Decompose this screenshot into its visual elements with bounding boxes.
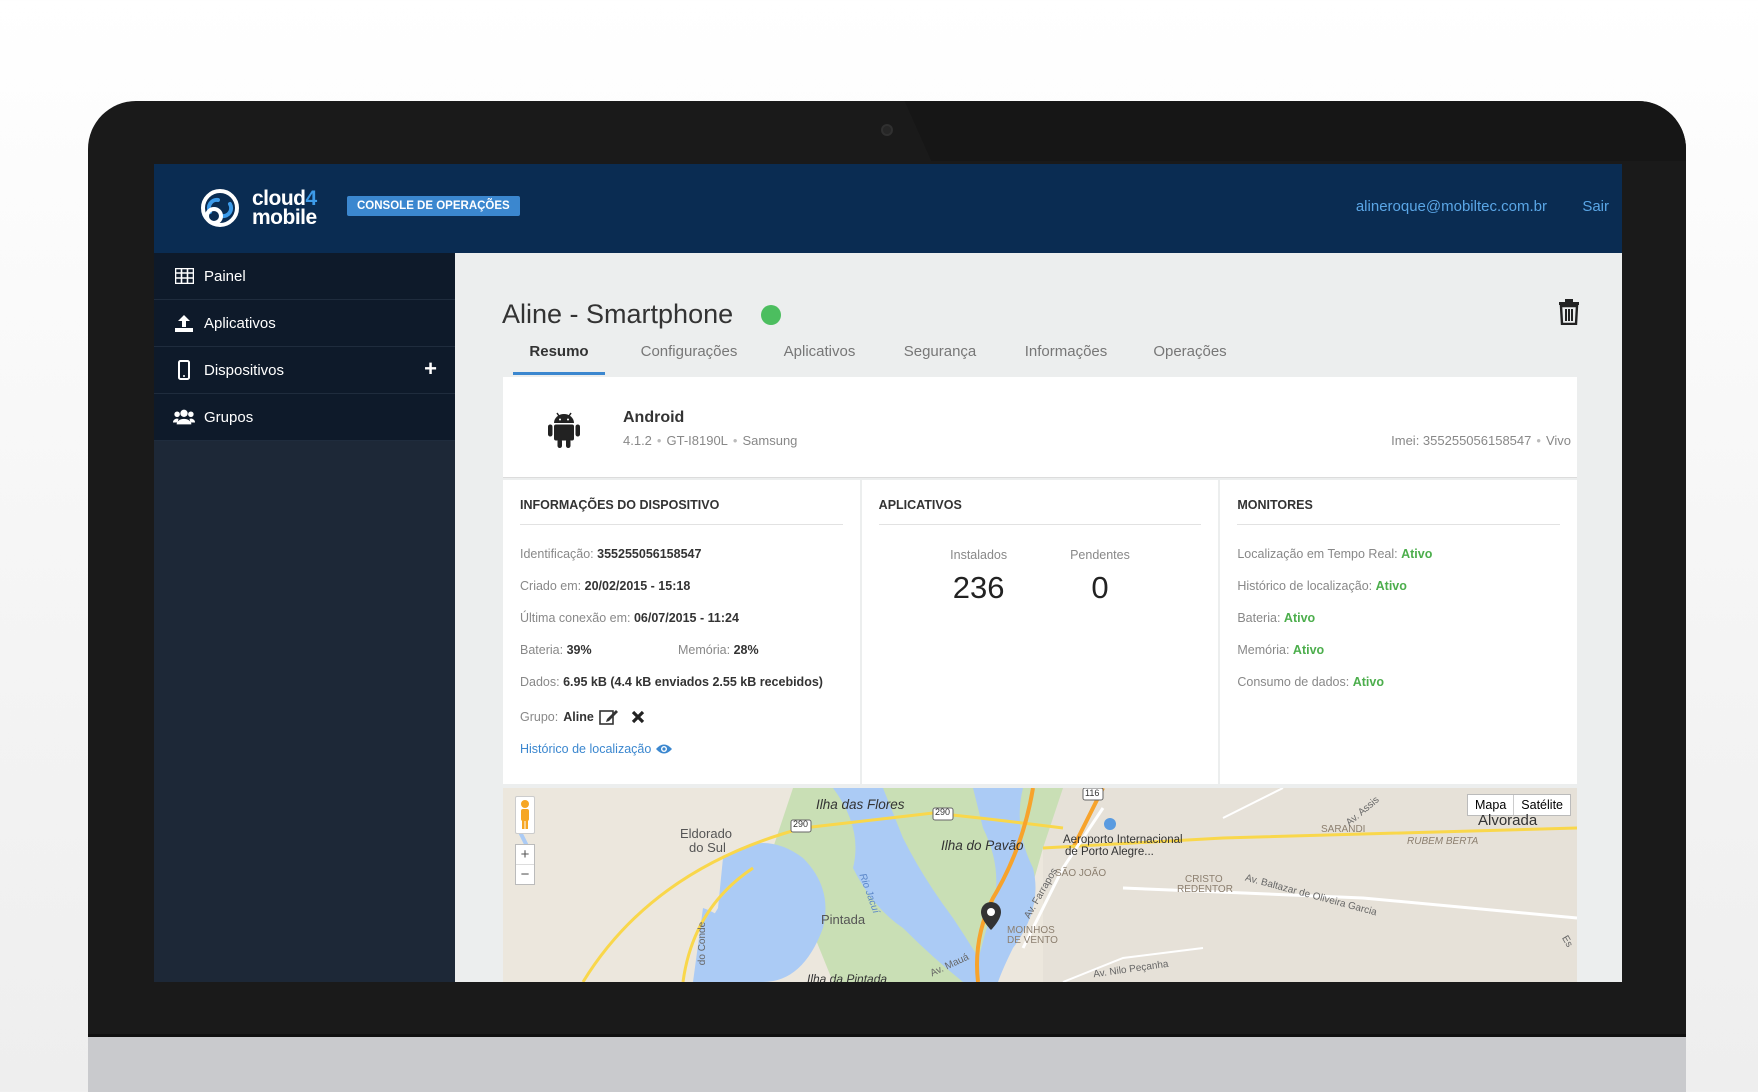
edit-icon[interactable] [598,708,619,726]
panel-title: APLICATIVOS [878,498,1202,525]
map-label: RUBEM BERTA [1407,836,1479,847]
map-label: do Conde [697,921,709,966]
imei-value: Imei: 355255056158547 [1391,433,1532,448]
page-title: Aline - Smartphone [502,299,734,329]
location-map[interactable]: 290 290 116 + − Mapa Satélite Ilha das F… [503,788,1577,982]
map-label: Eldorado [680,826,733,841]
phone-icon [173,360,195,380]
map-label: Ilha da Pintada [807,972,888,982]
battery-memory-row: Bateria: 39% Memória: 28% [520,643,759,657]
created-row: Criado em: 20/02/2015 - 15:18 [520,579,691,593]
brand-name: cloud4 mobile [252,187,317,229]
monitor-memory: Memória: Ativo [1237,643,1325,657]
cloud4mobile-logo-icon [201,189,239,227]
device-manufacturer: Samsung [742,433,798,448]
carrier-value: Vivo [1545,433,1571,448]
panel-title: MONITORES [1237,498,1561,525]
map-label: Ilha das Flores [816,797,905,812]
sidebar-item-label: Dispositivos [204,361,285,379]
sidebar-item-aplicativos[interactable]: Aplicativos [154,300,455,347]
monitor-realtime-location: Localização em Tempo Real: Ativo [1237,547,1433,561]
history-row: Histórico de localização [520,739,843,758]
online-status-indicator [761,305,781,325]
map-label: Ilha do Pavão [941,838,1024,853]
monitor-data-usage: Consumo de dados: Ativo [1237,675,1384,689]
tab-configuracoes[interactable]: Configurações [605,333,773,375]
device-info-panel: INFORMAÇÕES DO DISPOSITIVO Identificação… [503,480,860,784]
map-label: de Porto Alegre... [1065,846,1154,858]
trash-icon[interactable] [1558,299,1580,325]
tab-resumo[interactable]: Resumo [513,333,605,375]
last-connection-row: Última conexão em: 06/07/2015 - 11:24 [520,611,739,625]
upload-icon [173,313,195,333]
monitor-battery: Bateria: Ativo [1237,611,1316,625]
map-label: SARANDI [1321,824,1366,835]
laptop-frame: cloud4 mobile CONSOLE DE OPERAÇÕES aline… [88,101,1686,1092]
panel-title: INFORMAÇÕES DO DISPOSITIVO [520,498,843,525]
info-panels: INFORMAÇÕES DO DISPOSITIVO Identificação… [503,480,1578,784]
location-history-link[interactable]: Histórico de localização [520,742,651,756]
os-version: 4.1.2 [623,433,652,448]
monitor-location-history: Histórico de localização: Ativo [1237,579,1407,593]
sidebar-item-grupos[interactable]: Grupos [154,394,455,441]
top-bar: cloud4 mobile CONSOLE DE OPERAÇÕES aline… [154,164,1622,253]
route-shield-116: 116 [1085,788,1100,798]
street-view-pegman-icon[interactable] [515,796,535,834]
sidebar-item-label: Grupos [204,408,254,426]
remove-group-icon[interactable] [630,709,646,725]
app-screen: cloud4 mobile CONSOLE DE OPERAÇÕES aline… [154,164,1622,982]
map-label: Pintada [821,912,866,927]
os-name: Android [623,409,685,426]
imei-line: Imei: 355255056158547 • Vivo [1391,433,1571,448]
device-tabs: Resumo Configurações Aplicativos Seguran… [513,333,1262,375]
main-content: Aline - Smartphone Resumo Configurações … [455,253,1622,982]
apps-panel: APLICATIVOS Instalados 236 Pendentes 0 [861,480,1219,784]
map-label: Aeroporto Internacional [1063,834,1183,846]
users-icon [173,407,195,427]
data-usage-row: Dados: 6.95 kB (4.4 kB enviados 2.55 kB … [520,675,823,689]
tab-seguranca[interactable]: Segurança [866,333,1014,375]
tab-aplicativos[interactable]: Aplicativos [773,333,866,375]
id-row: Identificação: 355255056158547 [520,547,702,561]
group-row: Grupo: Aline [520,707,843,726]
brand-logo[interactable]: cloud4 mobile [194,182,317,234]
user-email-link[interactable]: alineroque@mobiltec.com.br [1356,198,1547,215]
installed-apps-count[interactable]: Instalados 236 [950,548,1007,606]
table-icon [173,266,195,286]
android-icon [548,412,580,448]
map-label: do Sul [689,840,726,855]
console-badge: CONSOLE DE OPERAÇÕES [347,196,520,216]
map-label: DE VENTO [1007,935,1058,946]
sidebar-item-painel[interactable]: Painel [154,253,455,300]
tab-informacoes[interactable]: Informações [1014,333,1118,375]
pending-apps-count[interactable]: Pendentes 0 [1070,548,1130,606]
eye-icon[interactable] [655,743,673,755]
add-device-button[interactable]: + [424,358,437,380]
laptop-base [88,1037,1686,1092]
map-label: SÃO JOÃO [1055,868,1107,879]
sidebar-item-label: Painel [204,267,246,285]
os-meta: 4.1.2 • GT-I8190L • Samsung [623,433,798,448]
device-summary-card: Android 4.1.2 • GT-I8190L • Samsung Imei: 35… [503,377,1577,478]
zoom-in-button[interactable]: + [516,845,534,865]
tab-operacoes[interactable]: Operações [1118,333,1262,375]
map-zoom-control: + − [515,844,535,885]
map-label: Alvorada [1478,812,1538,829]
camera-icon [881,124,893,136]
device-model: GT-I8190L [666,433,728,448]
logout-link[interactable]: Sair [1582,198,1609,215]
sidebar-item-label: Aplicativos [204,314,276,332]
route-shield-290: 290 [793,819,809,829]
sidebar: Painel Aplicativos Dispositivos + Grupos [154,253,455,982]
sidebar-item-dispositivos[interactable]: Dispositivos + [154,347,455,394]
zoom-out-button[interactable]: − [516,865,534,884]
map-label: REDENTOR [1177,884,1233,895]
route-shield-290: 290 [935,807,951,817]
monitors-panel: MONITORES Localização em Tempo Real: Ati… [1220,480,1578,784]
